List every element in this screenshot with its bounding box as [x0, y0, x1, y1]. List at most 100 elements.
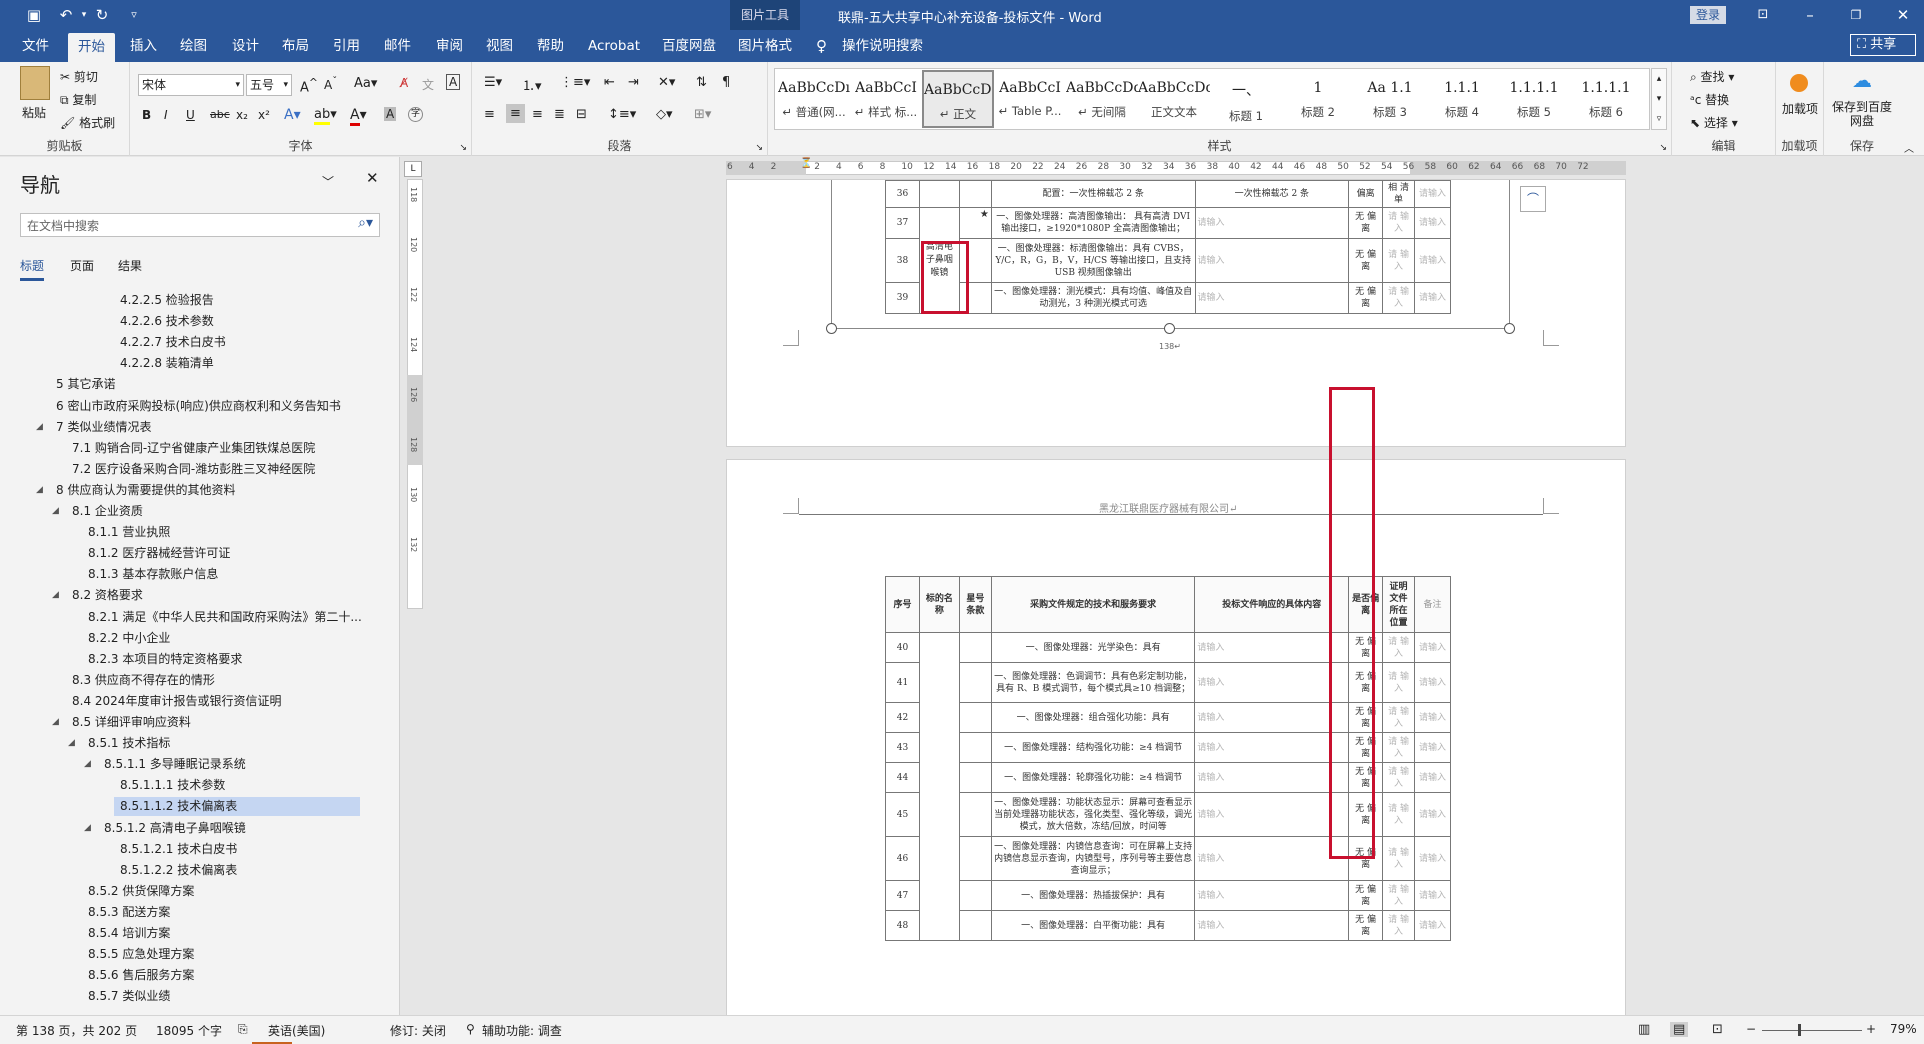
- bullets-icon[interactable]: ☰▾: [484, 75, 502, 90]
- styles-dialog-launcher-icon[interactable]: ↘: [1659, 143, 1667, 153]
- select-button[interactable]: ⬉ 选择 ▾: [1690, 114, 1738, 131]
- undo-icon[interactable]: ↶: [56, 5, 76, 25]
- collapse-triangle-icon[interactable]: ◢: [52, 713, 59, 732]
- nav-heading-item[interactable]: 8.5.7 类似业绩: [82, 987, 170, 1006]
- numbering-icon[interactable]: ⒈▾: [522, 75, 542, 94]
- nav-heading-item[interactable]: 5 其它承诺: [50, 375, 115, 394]
- grow-font-icon[interactable]: A^: [300, 76, 318, 95]
- align-right-icon[interactable]: ≡: [532, 107, 543, 122]
- resize-handle[interactable]: [1164, 323, 1175, 334]
- nav-heading-item[interactable]: 8.2.2 中小企业: [82, 629, 170, 648]
- borders-icon[interactable]: ⊞▾: [694, 107, 711, 122]
- shrink-font-icon[interactable]: Aˇ: [324, 76, 337, 92]
- proofing-icon[interactable]: ⎘: [238, 1022, 248, 1037]
- zoom-out-icon[interactable]: −: [1746, 1022, 1756, 1036]
- style-card[interactable]: AaBbCcDdI ↵ 正文: [922, 70, 994, 128]
- nav-heading-item[interactable]: 8.5.1.1.2 技术偏离表: [114, 797, 360, 817]
- font-dialog-launcher-icon[interactable]: ↘: [459, 143, 467, 153]
- zoom-level[interactable]: 79%: [1890, 1022, 1917, 1036]
- nav-heading-item[interactable]: 8.5 详细评审响应资料 ◢: [52, 713, 191, 732]
- menu-picture-format[interactable]: 图片格式: [738, 36, 792, 56]
- undo-dropdown-icon[interactable]: ▾: [74, 5, 94, 25]
- menu-layout[interactable]: 布局: [282, 36, 309, 56]
- nav-heading-item[interactable]: 8 供应商认为需要提供的其他资料 ◢: [36, 481, 235, 500]
- nav-heading-item[interactable]: 7 类似业绩情况表 ◢: [36, 418, 151, 437]
- nav-heading-item[interactable]: 7.1 购销合同-辽宁省健康产业集团铁煤总医院: [66, 439, 315, 458]
- layout-options-icon[interactable]: ⌒: [1520, 186, 1546, 212]
- nav-heading-item[interactable]: 8.2 资格要求 ◢: [52, 586, 143, 605]
- line-spacing-icon[interactable]: ↕≡▾: [608, 107, 636, 122]
- style-card[interactable]: AaBbCcDdI 正文文本: [1138, 70, 1210, 128]
- distributed-icon[interactable]: ⊟: [576, 107, 587, 122]
- collapse-triangle-icon[interactable]: ◢: [52, 502, 59, 521]
- nav-heading-item[interactable]: 8.5.5 应急处理方案: [82, 945, 194, 964]
- nav-heading-item[interactable]: 7.2 医疗设备采购合同-潍坊彭胜三叉神经医院: [66, 460, 315, 479]
- nav-heading-item[interactable]: 8.5.4 培训方案: [82, 924, 170, 943]
- enclose-char-icon[interactable]: 字: [408, 107, 423, 122]
- align-center-icon[interactable]: ≡: [506, 104, 525, 123]
- font-name-select[interactable]: 宋体 ▾: [138, 74, 244, 96]
- strikethrough-button[interactable]: abc: [210, 108, 230, 121]
- styles-more-icon[interactable]: ▴ ▾ ▿: [1651, 68, 1667, 130]
- resize-handle[interactable]: [826, 323, 837, 334]
- accessibility-status[interactable]: 辅助功能: 调查: [482, 1022, 562, 1039]
- nav-heading-item[interactable]: 8.3 供应商不得存在的情形: [66, 671, 215, 690]
- menu-mailings[interactable]: 邮件: [384, 36, 411, 56]
- nav-heading-item[interactable]: 8.2.1 满足《中华人民共和国政府采购法》第二十...: [82, 608, 362, 627]
- redo-icon[interactable]: ↻: [92, 5, 112, 25]
- page-count[interactable]: 第 138 页，共 202 页: [16, 1022, 137, 1039]
- chinese-layout-icon[interactable]: ✕▾: [658, 75, 675, 90]
- nav-heading-item[interactable]: 8.2.3 本项目的特定资格要求: [82, 650, 242, 669]
- style-card[interactable]: AaBbCcI ↵ Table P...: [994, 70, 1066, 128]
- style-card[interactable]: 1.1.1.1 标题 5: [1498, 70, 1570, 128]
- collapse-triangle-icon[interactable]: ◢: [68, 734, 75, 753]
- style-card[interactable]: 1.1.1.1 标题 6: [1570, 70, 1642, 128]
- collapse-triangle-icon[interactable]: ◢: [84, 819, 91, 838]
- nav-heading-item[interactable]: 6 密山市政府采购投标(响应)供应商权利和义务告知书: [50, 397, 341, 416]
- paragraph-dialog-launcher-icon[interactable]: ↘: [755, 143, 763, 153]
- read-mode-icon[interactable]: ▥: [1638, 1022, 1650, 1037]
- style-card[interactable]: AaBbCcDı ↵ 普通(网...: [778, 70, 850, 128]
- style-card[interactable]: Aa 1.1 标题 3: [1354, 70, 1426, 128]
- style-card[interactable]: AaBbCcDdI ↵ 无间隔: [1066, 70, 1138, 128]
- ribbon-display-icon[interactable]: ⊡: [1753, 5, 1773, 25]
- text-effects-icon[interactable]: A▾: [284, 107, 301, 123]
- justify-icon[interactable]: ≣: [554, 107, 565, 122]
- resize-handle[interactable]: [1504, 323, 1515, 334]
- nav-heading-item[interactable]: 8.5.2 供货保障方案: [82, 882, 194, 901]
- format-painter-button[interactable]: 🖌 格式刷: [60, 114, 115, 131]
- paste-label[interactable]: 粘贴: [22, 104, 46, 121]
- style-card[interactable]: 1 标题 2: [1282, 70, 1354, 128]
- nav-heading-item[interactable]: 8.5.1.2 高清电子鼻咽喉镜 ◢: [84, 819, 246, 838]
- customize-toolbar-icon[interactable]: ▿: [124, 5, 144, 25]
- shading-icon[interactable]: ◇▾: [656, 107, 673, 122]
- cut-button[interactable]: ✂ 剪切: [60, 68, 98, 85]
- save-to-baidu-button[interactable]: 保存到百度网盘: [1828, 100, 1896, 128]
- indent-marker-icon[interactable]: ⏳: [800, 158, 812, 169]
- menu-file[interactable]: 文件: [22, 36, 49, 56]
- nav-heading-item[interactable]: 8.1.1 营业执照: [82, 523, 170, 542]
- show-marks-icon[interactable]: ¶: [722, 75, 730, 90]
- bold-button[interactable]: B: [142, 108, 151, 122]
- nav-heading-item[interactable]: 8.1 企业资质 ◢: [52, 502, 143, 521]
- zoom-in-icon[interactable]: +: [1866, 1022, 1876, 1036]
- collapse-triangle-icon[interactable]: ◢: [36, 418, 43, 437]
- addin-icon[interactable]: [1790, 74, 1808, 92]
- char-shading-icon[interactable]: A: [384, 107, 397, 121]
- menu-acrobat[interactable]: Acrobat: [588, 36, 640, 56]
- font-size-select[interactable]: 五号 ▾: [246, 74, 292, 96]
- nav-heading-item[interactable]: 8.5.1.2.1 技术白皮书: [114, 840, 237, 859]
- replace-button[interactable]: ᵃc 替换: [1690, 91, 1729, 108]
- copy-button[interactable]: ⧉ 复制: [60, 91, 96, 108]
- find-button[interactable]: ⌕ 查找 ▾: [1690, 68, 1734, 85]
- paste-icon[interactable]: [20, 66, 50, 100]
- menu-review[interactable]: 审阅: [436, 36, 463, 56]
- underline-button[interactable]: U: [186, 108, 195, 122]
- align-left-icon[interactable]: ≡: [484, 107, 495, 122]
- nav-heading-item[interactable]: 8.5.3 配送方案: [82, 903, 170, 922]
- web-layout-icon[interactable]: ⊡: [1712, 1022, 1723, 1037]
- menu-draw[interactable]: 绘图: [180, 36, 207, 56]
- tab-selector-icon[interactable]: L: [404, 161, 422, 177]
- nav-heading-item[interactable]: 8.5.1.2.2 技术偏离表: [114, 861, 237, 880]
- style-card[interactable]: 1.1.1 标题 4: [1426, 70, 1498, 128]
